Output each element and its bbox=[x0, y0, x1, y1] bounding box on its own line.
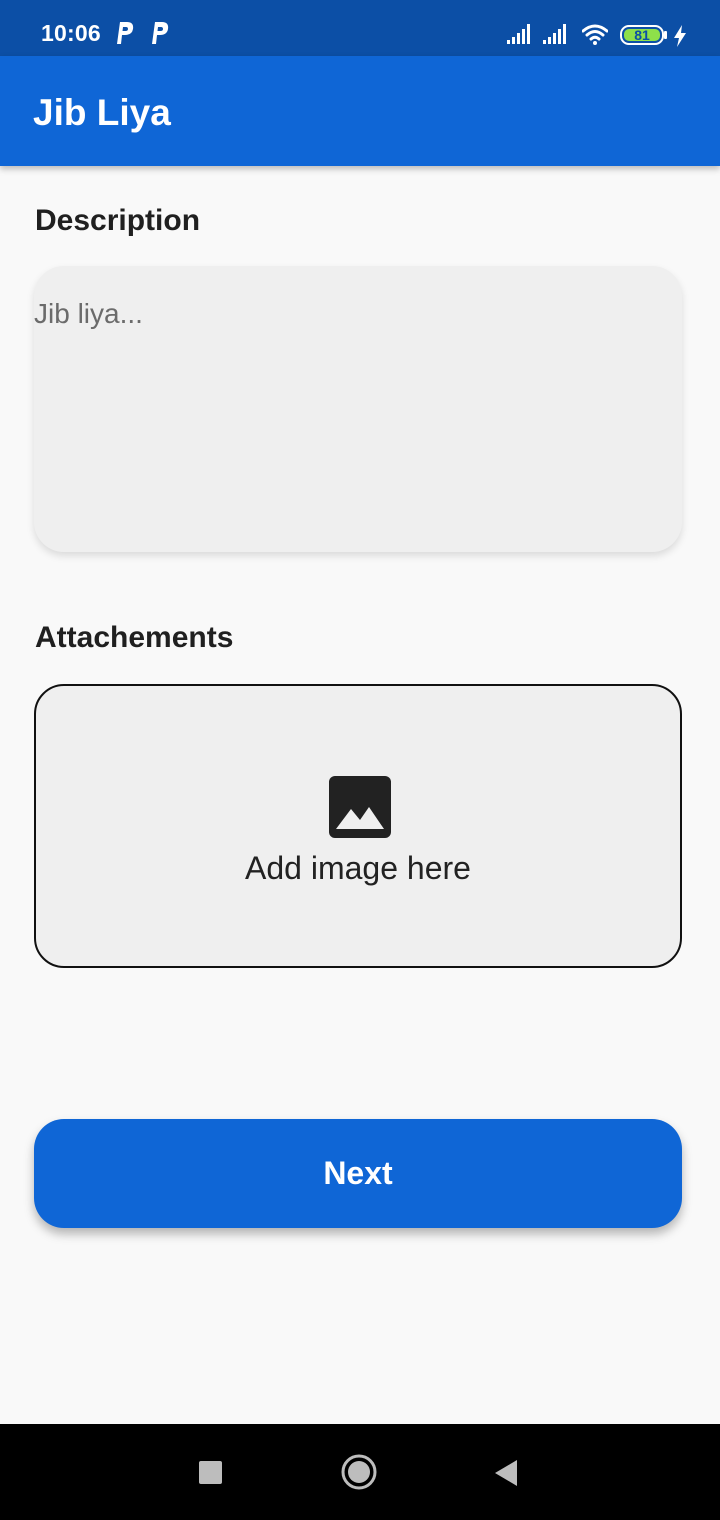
parking-notification-icon bbox=[117, 22, 134, 44]
recents-square-icon[interactable] bbox=[199, 1461, 222, 1484]
parking-notification-icon bbox=[152, 22, 169, 44]
home-circle-icon[interactable] bbox=[340, 1453, 378, 1491]
image-icon bbox=[329, 776, 391, 838]
back-triangle-icon[interactable] bbox=[494, 1459, 518, 1487]
signal-icon bbox=[507, 24, 530, 44]
charging-bolt-icon bbox=[674, 25, 686, 47]
battery-level: 81 bbox=[634, 27, 650, 43]
description-input[interactable] bbox=[34, 266, 682, 552]
wifi-icon bbox=[582, 24, 608, 45]
battery-icon: 81 bbox=[620, 25, 668, 45]
status-time: 10:06 bbox=[41, 20, 101, 46]
add-image-label: Add image here bbox=[245, 850, 471, 886]
system-navigation-bar bbox=[0, 1424, 720, 1520]
next-button[interactable]: Next bbox=[34, 1119, 682, 1228]
status-bar: 10:06 81 bbox=[0, 0, 720, 56]
attachments-label: Attachements bbox=[35, 621, 234, 654]
app-title: Jib Liya bbox=[33, 92, 171, 133]
signal-icon bbox=[543, 24, 566, 44]
add-image-dropzone[interactable]: Add image here bbox=[34, 684, 682, 968]
description-label: Description bbox=[35, 204, 201, 237]
app-bar: Jib Liya bbox=[0, 56, 720, 166]
